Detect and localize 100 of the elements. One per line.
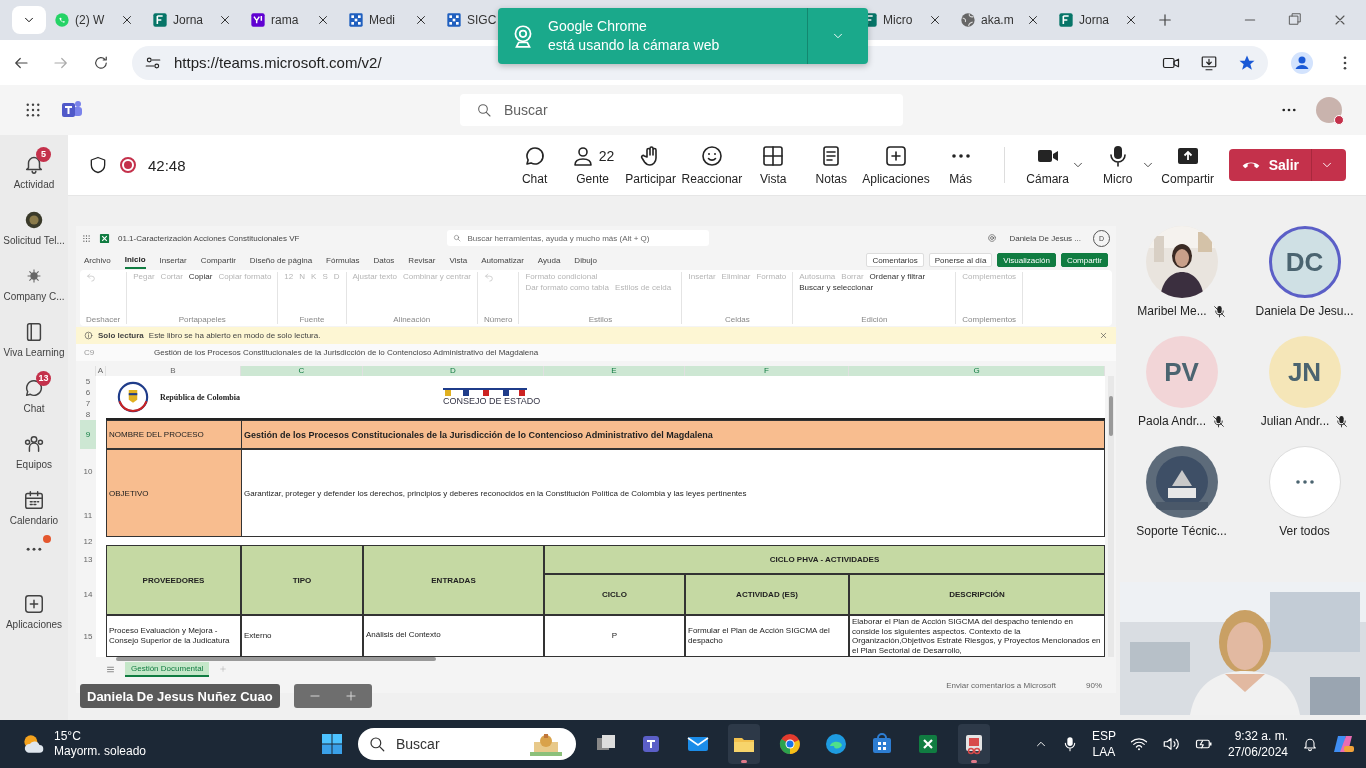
close-icon[interactable] xyxy=(414,13,428,27)
menu-tab[interactable]: Inicio xyxy=(124,251,146,269)
browser-tab[interactable]: Jorna xyxy=(148,5,236,35)
ribbon-button[interactable]: Ordenar y filtrar xyxy=(869,272,926,282)
more-icon[interactable] xyxy=(24,545,44,553)
menu-tab[interactable]: Archivo xyxy=(84,252,111,268)
ribbon-button[interactable]: Buscar y seleccionar xyxy=(799,283,874,293)
shield-icon[interactable] xyxy=(88,155,108,175)
taskbar-app[interactable] xyxy=(728,724,760,764)
toolbar-button[interactable]: Más xyxy=(931,144,990,186)
close-icon[interactable] xyxy=(120,13,134,27)
row-header[interactable]: 10 xyxy=(80,449,96,493)
menu-tab[interactable]: Ayuda xyxy=(537,252,561,268)
row-header[interactable]: 9 xyxy=(80,420,96,449)
install-icon[interactable] xyxy=(1200,53,1218,72)
row-header[interactable]: 5 xyxy=(80,376,96,387)
table-cell[interactable]: Gestión de los Procesos Constitucionales de la Jurisdicción de lo Contencioso Administrativo del Magdalena xyxy=(241,420,1105,449)
browser-tab[interactable]: (2) W xyxy=(50,5,138,35)
column-header[interactable]: G xyxy=(849,366,1105,376)
excel-icon[interactable] xyxy=(99,232,110,244)
rail-item[interactable]: Calendario xyxy=(0,479,68,535)
toolbar-button[interactable]: Cámara xyxy=(1018,144,1077,186)
clock-date[interactable]: 27/06/2024 xyxy=(1227,744,1288,760)
rail-item[interactable]: Company C... xyxy=(0,255,68,311)
menu-tab[interactable]: Datos xyxy=(373,252,395,268)
toolbar-button[interactable]: 22 Gente xyxy=(563,144,622,186)
close-icon[interactable] xyxy=(928,13,942,27)
column-header[interactable]: D xyxy=(363,366,544,376)
row-header[interactable]: 12 xyxy=(80,537,96,545)
row-header[interactable]: 13 xyxy=(80,545,96,574)
row-header[interactable]: 14 xyxy=(80,574,96,615)
start-icon[interactable] xyxy=(320,732,344,756)
bell-icon[interactable] xyxy=(1302,736,1318,752)
restore-icon[interactable] xyxy=(1288,12,1302,26)
scrollbar-thumb[interactable] xyxy=(116,657,436,661)
toolbar-button[interactable]: Notas xyxy=(802,144,861,186)
search-field[interactable]: Buscar herramientas, ayuda y mucho más (Alt + Q) xyxy=(447,230,710,246)
reload-icon[interactable] xyxy=(92,53,110,72)
action-button[interactable]: Ponerse al día xyxy=(928,253,993,267)
close-icon[interactable] xyxy=(316,13,330,27)
more-icon[interactable] xyxy=(1280,107,1298,113)
toolbar-button[interactable]: Participar xyxy=(621,144,680,186)
browser-tab[interactable]: rama xyxy=(246,5,334,35)
ribbon-button[interactable]: Copiar xyxy=(188,272,213,282)
browser-tab[interactable]: Jorna xyxy=(1054,5,1142,35)
clock-time[interactable]: 9:32 a. m. xyxy=(1234,728,1288,744)
row-header[interactable]: 7 xyxy=(80,398,96,409)
feedback-link[interactable]: Enviar comentarios a Microsoft xyxy=(946,680,1056,690)
row-header[interactable]: 8 xyxy=(80,409,96,420)
menu-tab[interactable]: Fórmulas xyxy=(326,252,360,268)
column-header[interactable]: F xyxy=(685,366,849,376)
browser-tab[interactable]: SIGC xyxy=(442,5,530,35)
browser-tab[interactable]: aka.m xyxy=(956,5,1044,35)
scrollbar-thumb[interactable] xyxy=(1109,396,1113,436)
menu-tab[interactable]: Diseño de página xyxy=(249,252,313,268)
column-header[interactable]: E xyxy=(544,366,685,376)
rail-item[interactable]: Actividad 5 xyxy=(0,143,68,199)
new-tab-icon[interactable] xyxy=(1156,11,1174,29)
row-header[interactable]: 11 xyxy=(80,493,96,537)
rail-item[interactable]: Solicitud Tel... xyxy=(0,199,68,255)
close-icon[interactable] xyxy=(1124,13,1138,27)
toolbar-button[interactable]: Vista xyxy=(744,144,803,186)
rail-item[interactable]: Chat 13 xyxy=(0,367,68,423)
sheet-list-icon[interactable] xyxy=(106,664,115,674)
leave-button[interactable]: Salir xyxy=(1228,149,1346,181)
menu-tab[interactable]: Revisar xyxy=(408,252,436,268)
rail-item[interactable]: Equipos xyxy=(0,423,68,479)
layout-code[interactable]: LAA xyxy=(1092,744,1116,760)
menu-tab[interactable]: Compartir xyxy=(200,252,236,268)
profile-icon[interactable] xyxy=(1290,50,1314,75)
toolbar-button[interactable]: Reaccionar xyxy=(679,144,745,186)
action-button[interactable]: Comentarios xyxy=(866,253,924,267)
taskbar-app[interactable] xyxy=(958,724,990,764)
avatar[interactable] xyxy=(1316,97,1342,123)
speaker-icon[interactable] xyxy=(1161,735,1180,753)
toolbar-button[interactable]: Micro xyxy=(1088,144,1147,186)
toolbar-button[interactable]: Chat xyxy=(505,144,564,186)
menu-tab[interactable]: Insertar xyxy=(159,252,187,268)
settings-icon[interactable] xyxy=(987,233,998,243)
app-launcher-icon[interactable] xyxy=(24,101,42,119)
sheet-tab[interactable]: Gestión Documental xyxy=(125,661,210,677)
browser-tab[interactable]: Medi xyxy=(344,5,432,35)
column-header[interactable]: C xyxy=(241,366,363,376)
menu-tab[interactable]: Automatizar xyxy=(481,252,524,268)
menu-tab[interactable]: Dibujo xyxy=(574,252,598,268)
row-header[interactable]: 6 xyxy=(80,387,96,398)
toolbar-button[interactable]: Aplicaciones xyxy=(860,144,932,186)
row-header[interactable]: 15 xyxy=(80,615,96,657)
wifi-icon[interactable] xyxy=(1129,735,1148,753)
close-icon[interactable] xyxy=(1026,13,1040,27)
search-field[interactable]: Buscar xyxy=(460,94,903,126)
action-button[interactable]: Visualización xyxy=(997,253,1056,267)
close-icon[interactable] xyxy=(218,13,232,27)
rail-item[interactable]: Aplicaciones xyxy=(0,583,68,639)
language-code[interactable]: ESP xyxy=(1091,728,1116,744)
rail-item[interactable]: Viva Learning xyxy=(0,311,68,367)
menu-tab[interactable]: Vista xyxy=(449,252,468,268)
toolbar-button[interactable]: Compartir xyxy=(1158,144,1217,186)
action-button[interactable]: Compartir xyxy=(1060,253,1108,267)
search-field[interactable]: Buscar xyxy=(358,728,576,760)
